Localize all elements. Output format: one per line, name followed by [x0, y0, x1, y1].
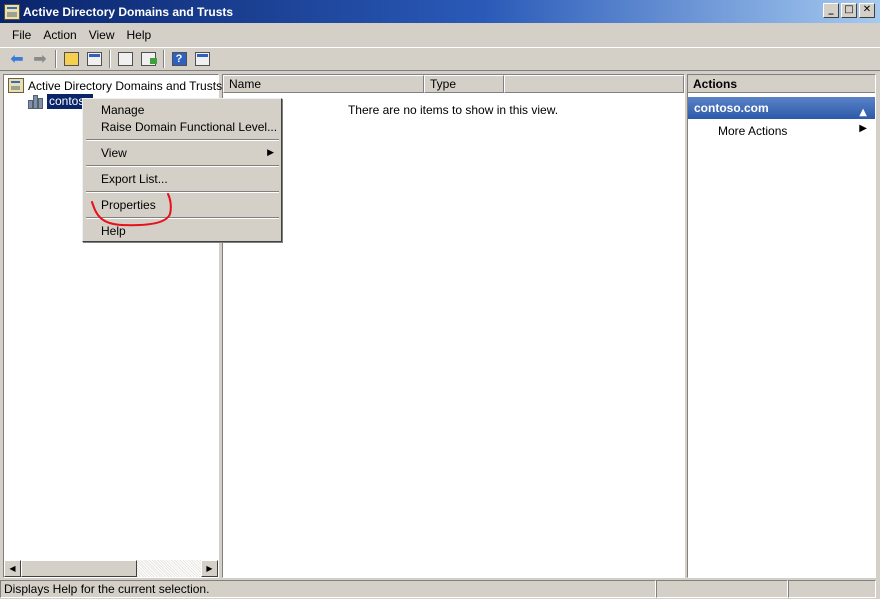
back-button[interactable]: ⬅ [6, 49, 28, 69]
menu-separator [86, 139, 279, 141]
menu-separator [86, 191, 279, 193]
menu-bar: File Action View Help [0, 24, 880, 45]
empty-list-message: There are no items to show in this view. [347, 103, 559, 117]
show-hide-action-pane-icon [194, 52, 210, 66]
menu-action[interactable]: Action [37, 28, 82, 42]
window-controls: _ □ ✕ [823, 3, 875, 18]
collapse-icon[interactable]: ▲ [859, 102, 867, 124]
up-one-level-button[interactable] [60, 49, 82, 69]
window-title: Active Directory Domains and Trusts [23, 4, 234, 19]
show-hide-tree-icon [86, 52, 102, 66]
toolbar: ⬅ ➡ ? [0, 47, 880, 71]
status-panel [656, 580, 788, 598]
domain-icon [28, 94, 44, 109]
context-menu-manage[interactable]: Manage [101, 102, 144, 118]
context-menu-export-list[interactable]: Export List... [101, 171, 168, 187]
up-folder-icon [63, 52, 79, 66]
forward-arrow-icon: ➡ [33, 49, 47, 68]
app-icon [4, 3, 20, 20]
minimize-button[interactable]: _ [823, 3, 839, 18]
export-list-button[interactable] [137, 49, 159, 69]
context-menu: Manage Raise Domain Functional Level... … [82, 98, 282, 242]
column-header-name[interactable]: Name [223, 75, 424, 93]
scroll-left-icon[interactable]: ◀ [4, 560, 21, 577]
horizontal-scrollbar[interactable]: ◀ ▶ [4, 560, 218, 577]
scroll-thumb[interactable] [21, 560, 137, 577]
menu-help[interactable]: Help [121, 28, 158, 42]
help-button[interactable]: ? [168, 49, 190, 69]
menu-separator [86, 217, 279, 219]
properties-icon [117, 52, 133, 66]
tree-root-node[interactable]: Active Directory Domains and Trusts [S [8, 78, 237, 93]
title-bar: Active Directory Domains and Trusts _ □ … [0, 0, 880, 23]
toolbar-separator [109, 50, 111, 68]
context-menu-help[interactable]: Help [101, 223, 126, 239]
list-header: Name Type [223, 75, 684, 93]
context-menu-raise-functional-level[interactable]: Raise Domain Functional Level... [101, 119, 277, 135]
submenu-arrow-icon: ▶ [859, 123, 867, 134]
scroll-track[interactable] [137, 560, 201, 577]
scroll-right-icon[interactable]: ▶ [201, 560, 218, 577]
help-icon: ? [171, 52, 187, 66]
maximize-button[interactable]: □ [841, 3, 857, 18]
show-hide-action-pane-button[interactable] [191, 49, 213, 69]
actions-section-header[interactable]: contoso.com ▲ [688, 97, 875, 119]
status-text: Displays Help for the current selection. [0, 580, 656, 598]
more-actions-item[interactable]: More Actions [718, 124, 868, 138]
forward-button[interactable]: ➡ [29, 49, 51, 69]
menu-view[interactable]: View [83, 28, 121, 42]
export-list-icon [140, 52, 157, 66]
column-header-type[interactable]: Type [424, 75, 504, 93]
toolbar-separator [163, 50, 165, 68]
status-panel [788, 580, 876, 598]
show-hide-tree-button[interactable] [83, 49, 105, 69]
actions-pane: Actions contoso.com ▲ More Actions ▶ [687, 74, 876, 578]
results-pane: Name Type There are no items to show in … [222, 74, 685, 578]
context-menu-properties[interactable]: Properties [101, 197, 156, 213]
menu-file[interactable]: File [6, 28, 37, 42]
column-header-filler [504, 75, 684, 93]
properties-button[interactable] [114, 49, 136, 69]
actions-section-label: contoso.com [694, 101, 769, 115]
context-menu-view[interactable]: View [101, 145, 127, 161]
submenu-arrow-icon: ▶ [267, 148, 274, 158]
menu-separator [86, 165, 279, 167]
status-bar: Displays Help for the current selection. [0, 580, 880, 599]
tree-root-label: Active Directory Domains and Trusts [ [28, 78, 229, 93]
toolbar-separator [55, 50, 57, 68]
actions-title: Actions [688, 75, 875, 93]
directory-icon [8, 78, 24, 93]
back-arrow-icon: ⬅ [10, 49, 24, 68]
close-button[interactable]: ✕ [859, 3, 875, 18]
